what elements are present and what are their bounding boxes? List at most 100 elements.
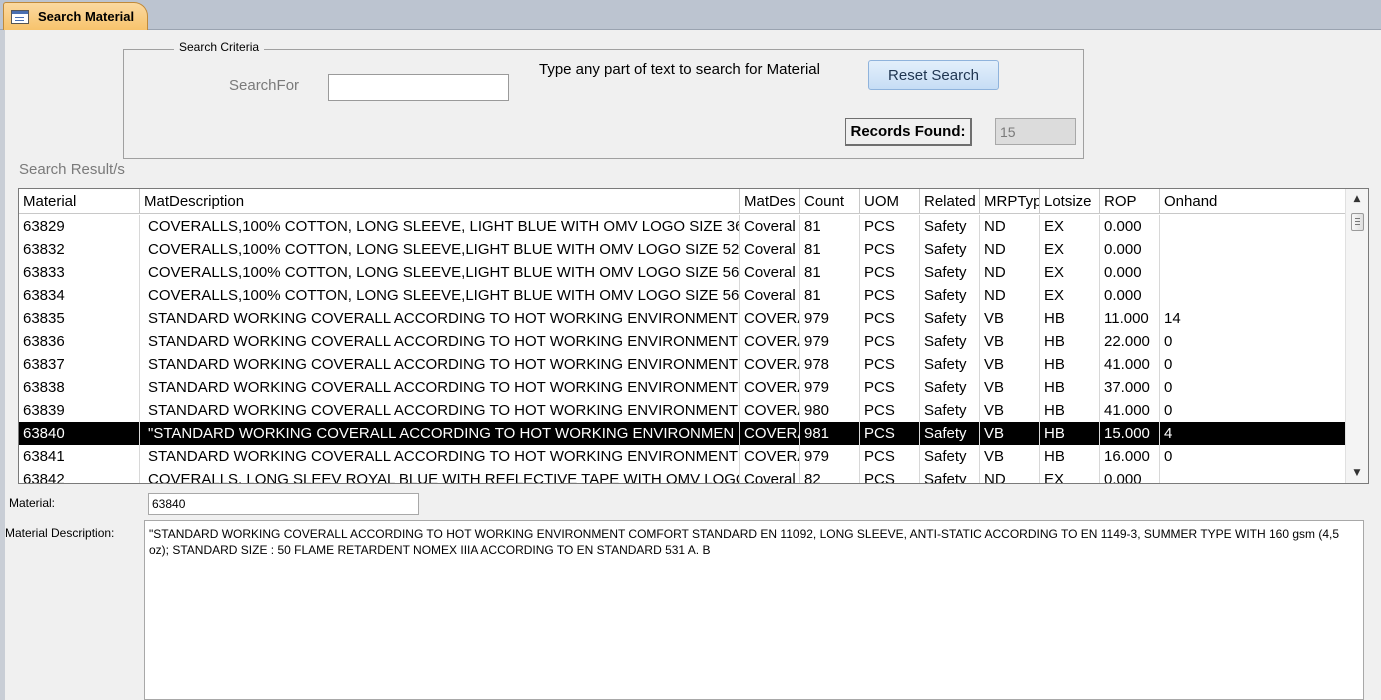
table-cell[interactable]: 41.000 [1100, 353, 1160, 376]
table-cell[interactable]: 0.000 [1100, 238, 1160, 261]
table-cell[interactable]: ND [980, 261, 1040, 284]
table-cell[interactable]: 63834 [19, 284, 140, 307]
table-cell[interactable]: 63837 [19, 353, 140, 376]
table-cell[interactable] [1160, 238, 1346, 261]
table-cell[interactable]: EX [1040, 261, 1100, 284]
table-cell[interactable]: 63832 [19, 238, 140, 261]
column-header[interactable]: Onhand [1160, 189, 1346, 214]
table-cell[interactable]: 14 [1160, 307, 1346, 330]
table-cell[interactable]: 22.000 [1100, 330, 1160, 353]
table-cell[interactable]: Safety [920, 376, 980, 399]
table-cell[interactable]: COVERA [740, 307, 800, 330]
table-cell[interactable]: 37.000 [1100, 376, 1160, 399]
table-cell[interactable]: 63838 [19, 376, 140, 399]
scroll-down-arrow-icon[interactable]: ▼ [1346, 465, 1368, 481]
table-cell[interactable]: Safety [920, 399, 980, 422]
table-cell[interactable]: VB [980, 445, 1040, 468]
table-cell[interactable]: PCS [860, 399, 920, 422]
table-cell[interactable]: 81 [800, 215, 860, 238]
table-cell[interactable]: 980 [800, 399, 860, 422]
table-cell[interactable] [1160, 284, 1346, 307]
table-cell[interactable]: HB [1040, 399, 1100, 422]
table-row[interactable]: 63829 COVERALLS,100% COTTON, LONG SLEEVE,… [19, 215, 1346, 238]
table-row[interactable]: 63832 COVERALLS,100% COTTON, LONG SLEEVE,… [19, 238, 1346, 261]
column-header[interactable]: ROP [1100, 189, 1160, 214]
table-row[interactable]: 63842 COVERALLS, LONG SLEEV ROYAL BLUE WI… [19, 468, 1346, 483]
table-cell[interactable]: Safety [920, 307, 980, 330]
table-cell[interactable]: STANDARD WORKING COVERALL ACCORDING TO H… [140, 445, 740, 468]
table-cell[interactable]: 0 [1160, 353, 1346, 376]
table-cell[interactable]: STANDARD WORKING COVERALL ACCORDING TO H… [140, 376, 740, 399]
table-row[interactable]: 63837 STANDARD WORKING COVERALL ACCORDING… [19, 353, 1346, 376]
table-cell[interactable]: HB [1040, 307, 1100, 330]
column-header[interactable]: Lotsize [1040, 189, 1100, 214]
table-cell[interactable]: 0.000 [1100, 215, 1160, 238]
table-cell[interactable]: 11.000 [1100, 307, 1160, 330]
table-cell[interactable]: Safety [920, 215, 980, 238]
table-cell[interactable] [1160, 261, 1346, 284]
table-cell[interactable]: COVERA [740, 422, 800, 445]
table-cell[interactable]: Coveral [740, 284, 800, 307]
table-row[interactable]: 63836 STANDARD WORKING COVERALL ACCORDING… [19, 330, 1346, 353]
tab-search-material[interactable]: Search Material [3, 2, 148, 30]
table-cell[interactable]: Safety [920, 422, 980, 445]
table-cell[interactable]: COVERALLS, LONG SLEEV ROYAL BLUE WITH RE… [140, 468, 740, 483]
table-cell[interactable]: Safety [920, 284, 980, 307]
table-cell[interactable]: COVERALLS,100% COTTON, LONG SLEEVE,LIGHT… [140, 284, 740, 307]
table-cell[interactable] [1160, 215, 1346, 238]
table-cell[interactable]: 63841 [19, 445, 140, 468]
table-cell[interactable]: HB [1040, 330, 1100, 353]
table-cell[interactable]: 16.000 [1100, 445, 1160, 468]
table-cell[interactable]: 81 [800, 261, 860, 284]
table-cell[interactable]: Coveral [740, 468, 800, 483]
table-cell[interactable]: STANDARD WORKING COVERALL ACCORDING TO H… [140, 330, 740, 353]
table-cell[interactable]: VB [980, 353, 1040, 376]
table-cell[interactable]: COVERA [740, 376, 800, 399]
table-row[interactable]: 63838 STANDARD WORKING COVERALL ACCORDING… [19, 376, 1346, 399]
table-cell[interactable]: Coveral [740, 215, 800, 238]
table-cell[interactable]: VB [980, 307, 1040, 330]
table-cell[interactable]: 981 [800, 422, 860, 445]
table-cell[interactable]: 979 [800, 445, 860, 468]
table-cell[interactable]: PCS [860, 468, 920, 483]
table-cell[interactable]: 0 [1160, 399, 1346, 422]
search-input[interactable] [328, 74, 509, 101]
table-cell[interactable]: STANDARD WORKING COVERALL ACCORDING TO H… [140, 353, 740, 376]
scroll-up-arrow-icon[interactable]: ▲ [1346, 191, 1368, 207]
table-cell[interactable]: EX [1040, 238, 1100, 261]
table-cell[interactable]: PCS [860, 307, 920, 330]
material-field[interactable]: 63840 [148, 493, 419, 515]
table-cell[interactable]: 0 [1160, 376, 1346, 399]
table-cell[interactable]: 0.000 [1100, 261, 1160, 284]
column-header[interactable]: Count [800, 189, 860, 214]
table-cell[interactable]: HB [1040, 445, 1100, 468]
table-cell[interactable]: COVERA [740, 353, 800, 376]
table-cell[interactable]: EX [1040, 284, 1100, 307]
column-header[interactable]: Related [920, 189, 980, 214]
table-cell[interactable]: 979 [800, 376, 860, 399]
column-header[interactable]: Material [19, 189, 140, 214]
table-cell[interactable] [1160, 468, 1346, 483]
table-cell[interactable]: EX [1040, 215, 1100, 238]
table-cell[interactable]: PCS [860, 284, 920, 307]
table-cell[interactable]: VB [980, 330, 1040, 353]
vertical-scrollbar[interactable]: ▲ ▼ [1345, 189, 1368, 483]
table-cell[interactable]: "STANDARD WORKING COVERALL ACCORDING TO … [140, 422, 740, 445]
table-cell[interactable]: 63835 [19, 307, 140, 330]
table-cell[interactable]: STANDARD WORKING COVERALL ACCORDING TO H… [140, 307, 740, 330]
table-cell[interactable]: 0 [1160, 330, 1346, 353]
table-cell[interactable]: ND [980, 215, 1040, 238]
table-cell[interactable]: VB [980, 422, 1040, 445]
table-cell[interactable]: Safety [920, 238, 980, 261]
table-cell[interactable]: COVERA [740, 330, 800, 353]
table-cell[interactable]: 63836 [19, 330, 140, 353]
table-cell[interactable]: 4 [1160, 422, 1346, 445]
table-cell[interactable]: 0.000 [1100, 468, 1160, 483]
table-cell[interactable]: PCS [860, 445, 920, 468]
table-cell[interactable]: PCS [860, 376, 920, 399]
table-cell[interactable]: 63829 [19, 215, 140, 238]
table-cell[interactable]: Coveral [740, 261, 800, 284]
table-row[interactable]: 63833 COVERALLS,100% COTTON, LONG SLEEVE,… [19, 261, 1346, 284]
table-cell[interactable]: 0.000 [1100, 284, 1160, 307]
material-description-field[interactable]: "STANDARD WORKING COVERALL ACCORDING TO … [144, 520, 1364, 700]
